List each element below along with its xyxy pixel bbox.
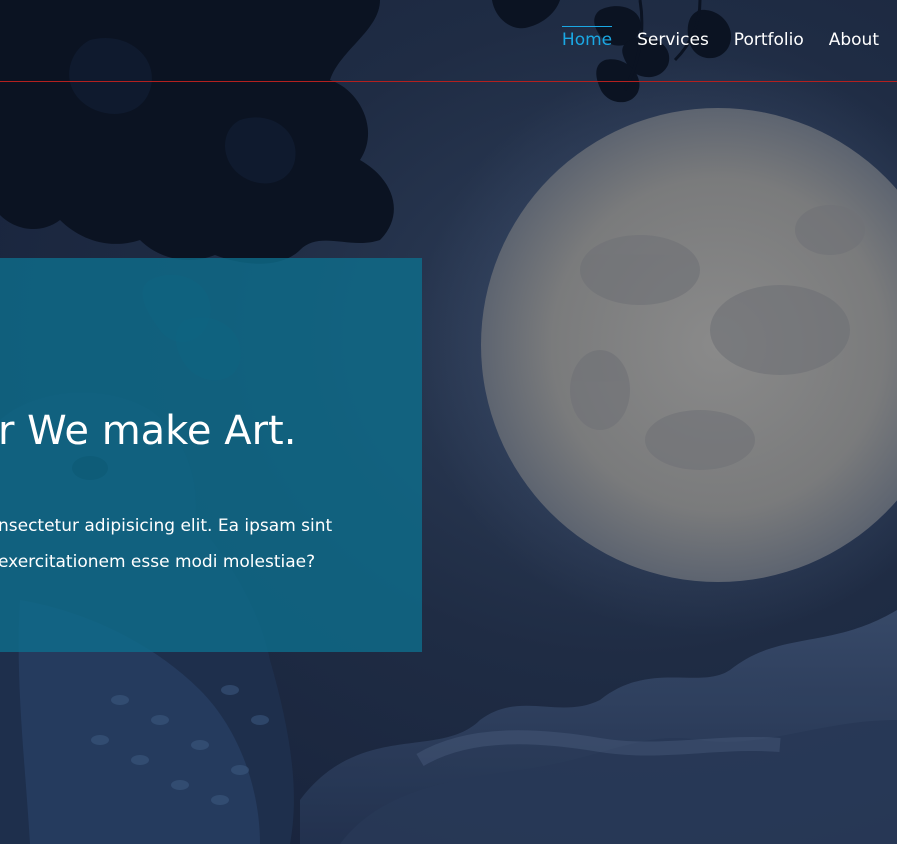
hero-panel: r We make Art. nsectetur adipisicing eli… <box>0 258 422 652</box>
site-header: Home Services Portfolio About <box>0 0 897 82</box>
nav-link-services[interactable]: Services <box>637 28 709 50</box>
main-nav: Home Services Portfolio About <box>561 26 879 50</box>
hero-description-line-2: exercitationem esse modi molestiae? <box>0 552 316 572</box>
page: Home Services Portfolio About r We make … <box>0 0 897 844</box>
hero-title: r We make Art. <box>0 408 297 454</box>
hero-description: nsectetur adipisicing elit. Ea ipsam sin… <box>0 508 332 580</box>
hero-description-line-1: nsectetur adipisicing elit. Ea ipsam sin… <box>0 516 333 536</box>
nav-link-about[interactable]: About <box>829 28 879 50</box>
nav-link-portfolio[interactable]: Portfolio <box>734 28 804 50</box>
nav-link-home[interactable]: Home <box>561 26 613 50</box>
